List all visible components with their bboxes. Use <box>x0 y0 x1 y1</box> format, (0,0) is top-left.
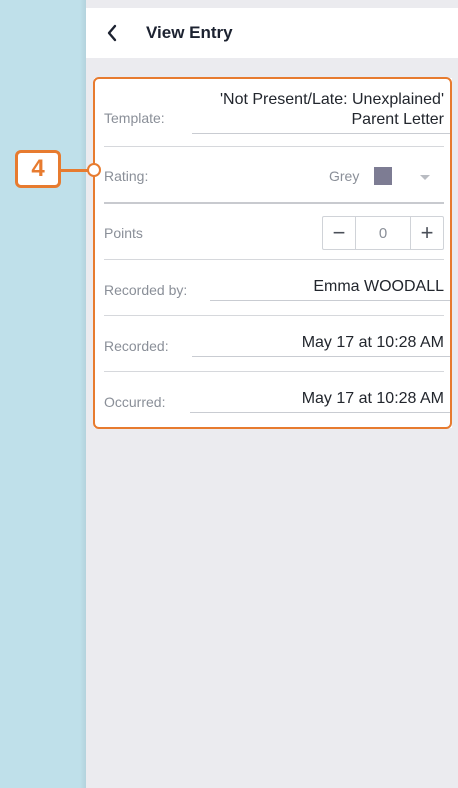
template-row: Template: 'Not Present/Late: Unexplained… <box>104 91 452 136</box>
left-background-panel <box>0 0 86 788</box>
points-row: Points − 0 + <box>104 216 452 250</box>
occurred-label: Occurred: <box>104 394 166 410</box>
recorded-row: Recorded: May 17 at 10:28 AM <box>104 330 452 360</box>
divider <box>104 259 444 260</box>
callout-connector <box>61 169 89 172</box>
page-title: View Entry <box>146 23 233 42</box>
divider <box>104 202 444 204</box>
occurred-value[interactable]: May 17 at 10:28 AM <box>302 390 444 408</box>
recorded-by-underline <box>210 300 452 301</box>
points-value[interactable]: 0 <box>355 217 411 249</box>
decrement-button[interactable]: − <box>323 217 355 249</box>
template-value-line2: Parent Letter <box>351 111 445 128</box>
template-value-line1: 'Not Present/Late: Unexplained' <box>219 91 444 108</box>
points-label: Points <box>104 225 143 241</box>
back-button[interactable] <box>86 8 138 58</box>
rating-value: Grey <box>329 168 360 184</box>
rating-label: Rating: <box>104 168 149 184</box>
entry-details-card: Template: 'Not Present/Late: Unexplained… <box>94 78 452 428</box>
points-stepper[interactable]: − 0 + <box>322 216 444 250</box>
chevron-down-icon[interactable] <box>420 175 430 180</box>
divider <box>104 315 444 316</box>
app-screen: View Entry Template: 'Not Present/Late: … <box>86 0 458 788</box>
divider <box>104 371 444 372</box>
divider <box>104 146 444 147</box>
recorded-by-row: Recorded by: Emma WOODALL <box>104 274 452 304</box>
occurred-row: Occurred: May 17 at 10:28 AM <box>104 386 452 416</box>
recorded-underline <box>192 356 452 357</box>
template-label: Template: <box>104 110 165 126</box>
callout-anchor-dot <box>87 163 101 177</box>
rating-row[interactable]: Rating: Grey <box>104 162 452 192</box>
recorded-by-value: Emma WOODALL <box>313 278 444 295</box>
recorded-label: Recorded: <box>104 338 169 354</box>
occurred-underline <box>190 412 452 413</box>
increment-button[interactable]: + <box>411 217 443 249</box>
rating-color-swatch <box>374 167 392 185</box>
recorded-by-label: Recorded by: <box>104 282 188 298</box>
template-field-underline <box>192 133 452 134</box>
callout-number-badge: 4 <box>15 150 61 188</box>
chevron-left-icon <box>106 24 118 42</box>
recorded-value[interactable]: May 17 at 10:28 AM <box>302 334 444 352</box>
top-bar: View Entry <box>86 8 458 58</box>
